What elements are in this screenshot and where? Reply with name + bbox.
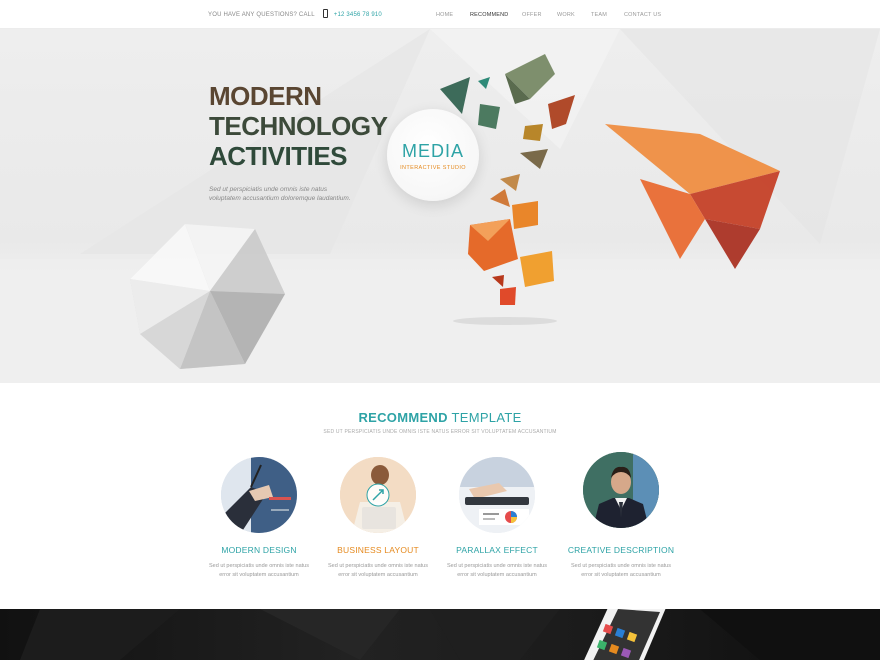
feature-description: Sed ut perspiciatis unde omnis iste natu…	[437, 562, 557, 580]
feature-title: CREATIVE DESCRIPTION	[567, 545, 675, 555]
feature-title: BUSINESS LAYOUT	[318, 545, 438, 555]
media-badge-title: MEDIA	[401, 141, 464, 161]
nav-contact-us[interactable]: CONTACT US	[624, 12, 661, 18]
businessman-photo-icon	[583, 452, 659, 528]
feature-description-line-1: Sed ut perspiciatis unde omnis iste natu…	[447, 563, 547, 569]
feature-title: MODERN DESIGN	[221, 545, 297, 555]
recommend-title: RECOMMEND TEMPLATE	[0, 410, 880, 425]
recommend-subtitle: SED UT PERSPICIATIS UNDE OMNIS ISTE NATU…	[323, 429, 557, 435]
feature-description-line-2: error sit voluptatem accusantium	[219, 572, 299, 578]
hero-title-line-2: TECHNOLOGY	[209, 111, 388, 141]
feature-description-line-1: Sed ut perspiciatis unde omnis iste natu…	[209, 563, 309, 569]
recommend-title-light: TEMPLATE	[447, 410, 522, 425]
feature-description: Sed ut perspiciatis unde omnis iste natu…	[199, 562, 319, 580]
feature-title: PARALLAX EFFECT	[456, 545, 538, 555]
hero-title-line-3: ACTIVITIES	[209, 141, 348, 171]
feature-description: Sed ut perspiciatis unde omnis iste natu…	[561, 562, 681, 580]
phone-number[interactable]: +12 3456 78 910	[334, 12, 382, 18]
nav-recommend[interactable]: RECOMMEND	[470, 12, 508, 18]
feature-description-line-2: error sit voluptatem accusantium	[581, 572, 661, 578]
contact-info: YOU HAVE ANY QUESTIONS? CALL +12 3456 78…	[208, 9, 382, 19]
smartphone-image	[584, 609, 666, 660]
feature-description-line-1: Sed ut perspiciatis unde omnis iste natu…	[328, 563, 428, 569]
top-bar: YOU HAVE ANY QUESTIONS? CALL +12 3456 78…	[0, 0, 880, 29]
hero-background-art	[0, 29, 880, 383]
feature-title-rest: LAYOUT	[381, 545, 419, 555]
hero-section: MODERN TECHNOLOGY ACTIVITIES Sed ut pers…	[0, 29, 880, 383]
laptop-woman-photo-icon	[340, 457, 416, 533]
media-badge-subtitle: INTERACTIVE STUDIO	[400, 165, 466, 171]
nav-home[interactable]: HOME	[436, 12, 453, 18]
feature-title-accent: BUSINESS	[337, 545, 382, 555]
nav-work[interactable]: WORK	[557, 12, 575, 18]
hero-title: MODERN TECHNOLOGY ACTIVITIES	[209, 81, 388, 171]
nav-offer[interactable]: OFFER	[522, 12, 542, 18]
nav-team[interactable]: TEAM	[591, 12, 607, 18]
dark-background-art	[20, 609, 880, 660]
dark-showcase-section	[0, 609, 880, 660]
hero-title-line-1: MODERN	[209, 81, 322, 111]
feature-description-line-1: Sed ut perspiciatis unde omnis iste natu…	[571, 563, 671, 569]
tablet-hands-photo-icon	[459, 457, 535, 533]
pen-hand-photo-icon	[221, 457, 297, 533]
feature-description: Sed ut perspiciatis unde omnis iste natu…	[318, 562, 438, 580]
media-badge: MEDIA INTERACTIVE STUDIO	[387, 109, 479, 201]
feature-description-line-2: error sit voluptatem accusantium	[457, 572, 537, 578]
recommend-title-bold: RECOMMEND	[358, 410, 448, 425]
feature-description-line-2: error sit voluptatem accusantium	[338, 572, 418, 578]
question-text: YOU HAVE ANY QUESTIONS? CALL	[208, 11, 315, 18]
hero-description: Sed ut perspiciatis unde omnis iste natu…	[209, 186, 351, 202]
mobile-phone-icon	[322, 9, 328, 18]
